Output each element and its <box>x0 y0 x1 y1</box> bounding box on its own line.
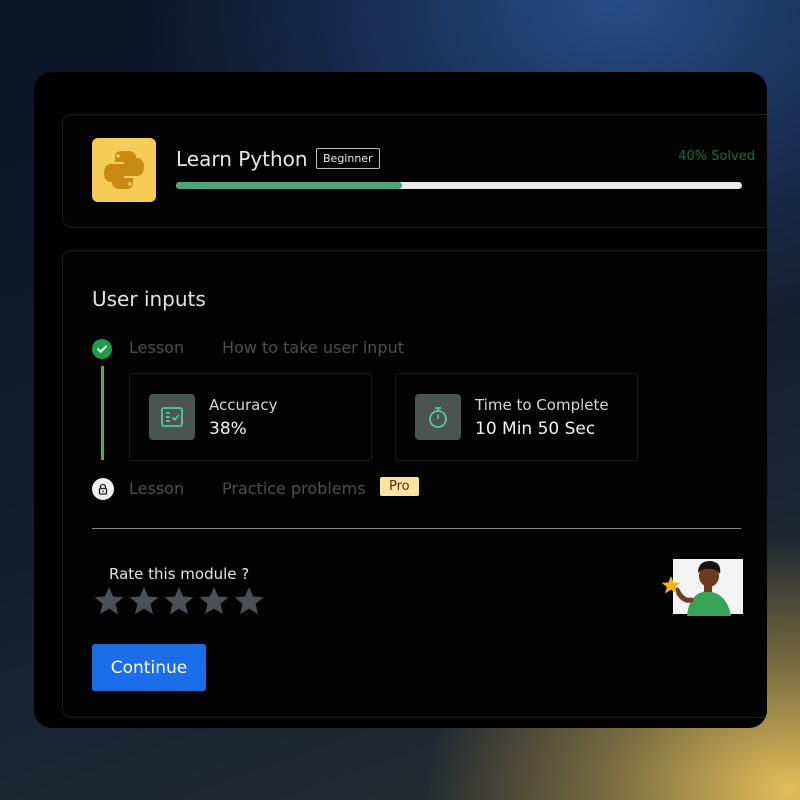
star-3-icon[interactable] <box>163 585 195 617</box>
check-circle-icon <box>92 339 112 359</box>
rate-module-label: Rate this module ? <box>109 565 250 583</box>
star-1-icon[interactable] <box>93 585 125 617</box>
checklist-icon <box>149 394 195 440</box>
lesson-2-label: Lesson <box>129 479 185 498</box>
time-value: 10 Min 50 Sec <box>475 419 596 439</box>
accuracy-value: 38% <box>209 419 247 439</box>
star-5-icon[interactable] <box>233 585 265 617</box>
star-4-icon[interactable] <box>198 585 230 617</box>
pro-badge: Pro <box>380 477 419 496</box>
lock-icon <box>92 478 114 500</box>
lesson-1-name[interactable]: How to take user input <box>222 338 404 357</box>
python-logo-icon <box>92 138 156 202</box>
time-stat-card: Time to Complete 10 Min 50 Sec <box>395 373 638 461</box>
stopwatch-icon <box>415 394 461 440</box>
accuracy-label: Accuracy <box>209 396 278 414</box>
course-title: Learn Python <box>176 147 308 171</box>
time-label: Time to Complete <box>475 396 609 414</box>
course-module-window: Learn Python Beginner 40% Solved User in… <box>34 72 767 728</box>
module-title: User inputs <box>92 287 206 311</box>
accuracy-stat-card: Accuracy 38% <box>129 373 372 461</box>
lesson-2-name[interactable]: Practice problems <box>222 479 366 498</box>
course-header-card: Learn Python Beginner 40% Solved <box>62 114 767 228</box>
course-progress-fill <box>176 182 403 189</box>
lesson-timeline-line <box>101 366 104 460</box>
continue-button[interactable]: Continue <box>92 644 206 691</box>
course-progress-bar <box>176 182 742 189</box>
star-rating <box>93 585 265 617</box>
solved-percentage: 40% Solved <box>678 149 755 164</box>
star-2-icon[interactable] <box>128 585 160 617</box>
lesson-1-label: Lesson <box>129 338 185 357</box>
person-holding-star-illustration <box>661 556 743 616</box>
module-card: User inputs Lesson How to take user inpu… <box>62 250 767 718</box>
section-divider <box>92 528 741 529</box>
level-badge: Beginner <box>316 148 380 169</box>
